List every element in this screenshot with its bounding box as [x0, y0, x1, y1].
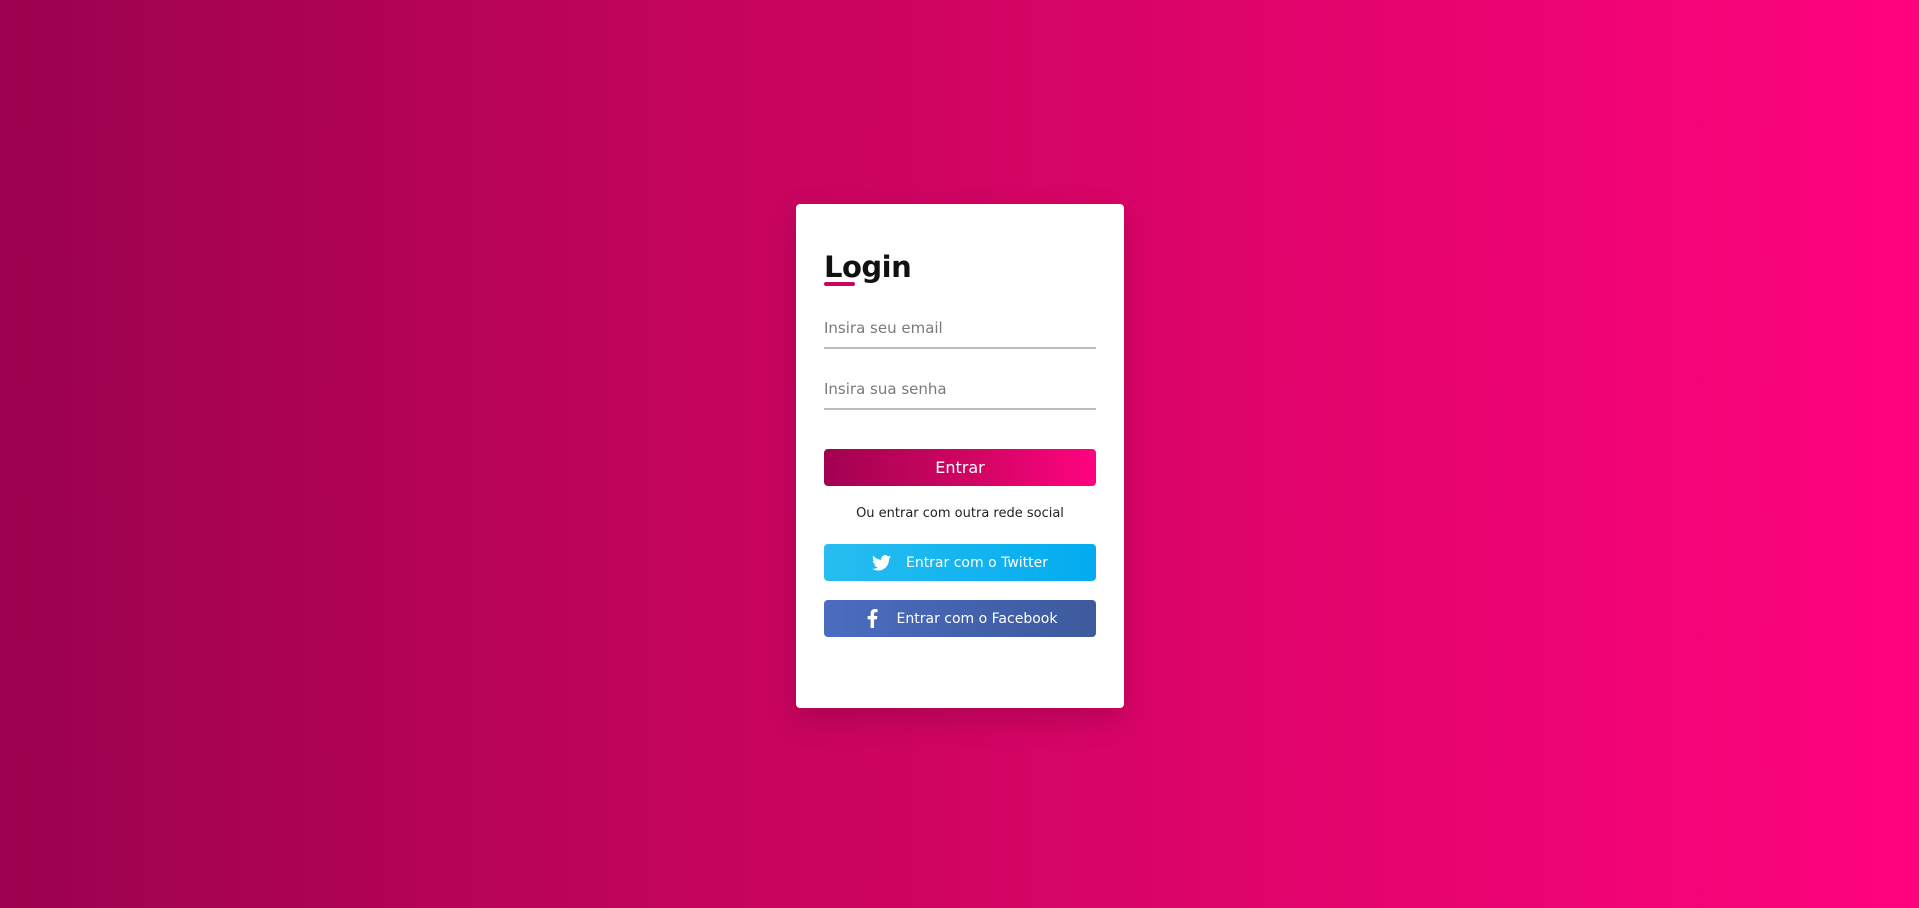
- login-button-label: Entrar: [935, 458, 985, 477]
- facebook-icon: [863, 609, 883, 629]
- password-field[interactable]: [824, 376, 1096, 410]
- twitter-icon: [872, 553, 892, 573]
- social-login-text: Ou entrar com outra rede social: [856, 506, 1064, 521]
- login-card: Login Entrar Ou entrar com outra rede so…: [796, 204, 1124, 708]
- facebook-login-label: Entrar com o Facebook: [896, 610, 1058, 627]
- email-field[interactable]: [824, 315, 1096, 349]
- twitter-login-button[interactable]: Entrar com o Twitter: [824, 544, 1096, 581]
- login-button[interactable]: Entrar: [824, 449, 1096, 486]
- page-title: Login: [824, 250, 912, 284]
- title-underline: [824, 282, 855, 286]
- facebook-login-button[interactable]: Entrar com o Facebook: [824, 600, 1096, 637]
- twitter-login-label: Entrar com o Twitter: [905, 554, 1049, 571]
